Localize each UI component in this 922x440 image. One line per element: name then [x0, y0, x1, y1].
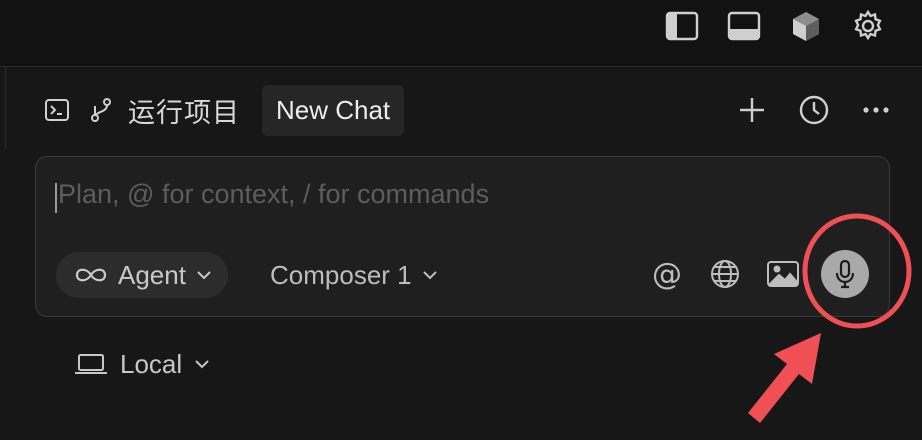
cube-icon[interactable] [786, 8, 826, 44]
header-actions [734, 92, 894, 128]
laptop-icon [75, 354, 107, 374]
environment-label: Local [120, 348, 183, 379]
plus-icon[interactable] [734, 92, 770, 128]
microphone-button[interactable] [821, 250, 869, 298]
left-panel-edge [0, 67, 6, 149]
text-caret [55, 183, 57, 213]
image-icon[interactable] [763, 254, 803, 294]
more-dots-icon[interactable] [858, 92, 894, 128]
microphone-icon [835, 259, 855, 289]
chevron-down-icon [195, 360, 209, 369]
globe-icon[interactable] [705, 254, 745, 294]
project-title[interactable]: 运行项目 [128, 91, 240, 130]
composer-box[interactable]: Plan, @ for context, / for commands Agen… [35, 156, 890, 317]
composer-input[interactable]: Plan, @ for context, / for commands [58, 179, 489, 210]
top-bar-icons [662, 8, 888, 44]
history-clock-icon[interactable] [796, 92, 832, 128]
git-branch-icon[interactable] [84, 93, 118, 127]
environment-selector[interactable]: Local [74, 344, 210, 384]
chevron-down-icon [197, 271, 211, 280]
model-label: Composer 1 [270, 259, 412, 290]
panel-bottom-icon[interactable] [724, 8, 764, 44]
gear-icon[interactable] [848, 8, 888, 44]
sidebar-left-icon[interactable] [662, 8, 702, 44]
tab-new-chat[interactable]: New Chat [262, 84, 405, 136]
chat-header: 运行项目 New Chat [40, 83, 894, 137]
terminal-icon[interactable] [40, 93, 74, 127]
mode-label: Agent [118, 259, 186, 290]
cursor-chat-panel: 运行项目 New Chat Plan, @ for context, / for… [0, 0, 922, 440]
mention-button[interactable]: @ [647, 254, 687, 294]
annotation-arrow [748, 333, 821, 423]
model-selector[interactable]: Composer 1 [270, 252, 438, 298]
chevron-down-icon [422, 271, 437, 280]
mode-selector[interactable]: Agent [56, 252, 228, 298]
composer-tools: @ [647, 250, 869, 298]
infinity-icon [75, 268, 107, 282]
window-top-bar [0, 0, 922, 67]
